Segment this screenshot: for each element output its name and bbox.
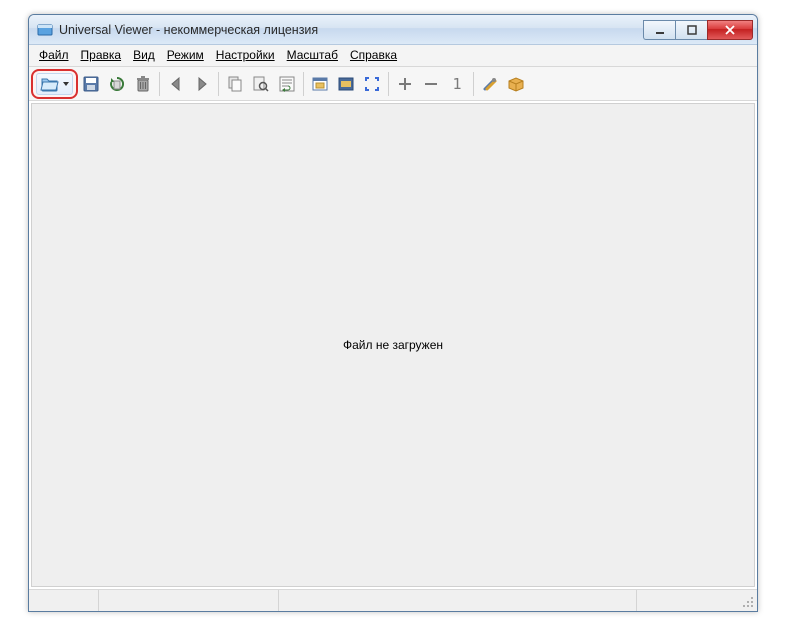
- options-button[interactable]: [477, 70, 503, 98]
- maximize-button[interactable]: [675, 20, 707, 40]
- wrap-icon: [278, 75, 296, 93]
- one-icon: 1: [452, 75, 461, 93]
- search-button[interactable]: [248, 70, 274, 98]
- menu-settings[interactable]: Настройки: [210, 45, 281, 66]
- menubar: Файл Правка Вид Режим Настройки Масштаб …: [29, 45, 757, 67]
- status-cell: [279, 590, 637, 611]
- wrap-button[interactable]: [274, 70, 300, 98]
- titlebar[interactable]: Universal Viewer - некоммерческая лиценз…: [29, 15, 757, 45]
- plus-icon: [397, 76, 413, 92]
- search-icon: [252, 75, 270, 93]
- toolbar: 1: [29, 67, 757, 101]
- application-window: Universal Viewer - некоммерческая лиценз…: [28, 14, 758, 612]
- menu-file[interactable]: Файл: [33, 45, 75, 66]
- open-folder-icon: [40, 75, 60, 93]
- fit-width-button[interactable]: [333, 70, 359, 98]
- close-button[interactable]: [707, 20, 753, 40]
- minus-icon: [423, 76, 439, 92]
- arrow-left-icon: [167, 75, 185, 93]
- forward-button[interactable]: [189, 70, 215, 98]
- empty-message: Файл не загружен: [343, 338, 443, 352]
- separator: [388, 72, 389, 96]
- trash-icon: [134, 75, 152, 93]
- separator: [218, 72, 219, 96]
- arrow-right-icon: [193, 75, 211, 93]
- menu-edit[interactable]: Правка: [75, 45, 128, 66]
- menu-zoom[interactable]: Масштаб: [281, 45, 344, 66]
- copy-icon: [226, 75, 244, 93]
- delete-button[interactable]: [130, 70, 156, 98]
- chevron-down-icon: [63, 82, 69, 86]
- save-button[interactable]: [78, 70, 104, 98]
- plugins-button[interactable]: [503, 70, 529, 98]
- window-controls: [643, 20, 753, 40]
- options-icon: [481, 75, 499, 93]
- fullscreen-icon: [363, 75, 381, 93]
- statusbar: [29, 589, 757, 611]
- separator: [303, 72, 304, 96]
- fit-width-icon: [337, 75, 355, 93]
- menu-help[interactable]: Справка: [344, 45, 403, 66]
- resize-grip-icon[interactable]: [741, 595, 755, 609]
- app-icon: [37, 22, 53, 38]
- menu-view[interactable]: Вид: [127, 45, 161, 66]
- reload-icon: [108, 75, 126, 93]
- status-cell: [637, 590, 757, 611]
- separator: [159, 72, 160, 96]
- minimize-button[interactable]: [643, 20, 675, 40]
- save-icon: [82, 75, 100, 93]
- back-button[interactable]: [163, 70, 189, 98]
- fit-window-icon: [311, 75, 329, 93]
- zoom-in-button[interactable]: [392, 70, 418, 98]
- zoom-out-button[interactable]: [418, 70, 444, 98]
- open-button[interactable]: [31, 69, 78, 99]
- zoom-100-button[interactable]: 1: [444, 70, 470, 98]
- fullscreen-button[interactable]: [359, 70, 385, 98]
- window-title: Universal Viewer - некоммерческая лиценз…: [59, 23, 643, 37]
- menu-mode[interactable]: Режим: [161, 45, 210, 66]
- reload-button[interactable]: [104, 70, 130, 98]
- status-cell: [29, 590, 99, 611]
- content-area: Файл не загружен: [31, 103, 755, 587]
- status-cell: [99, 590, 279, 611]
- copy-button[interactable]: [222, 70, 248, 98]
- separator: [473, 72, 474, 96]
- fit-window-button[interactable]: [307, 70, 333, 98]
- box-icon: [507, 75, 525, 93]
